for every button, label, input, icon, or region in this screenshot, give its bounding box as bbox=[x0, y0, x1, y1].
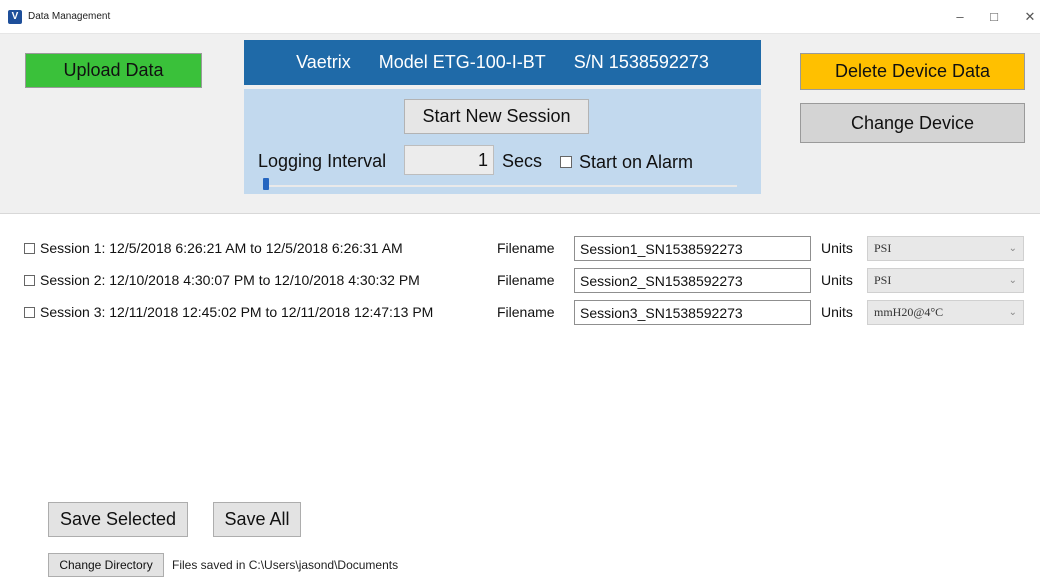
minimize-button[interactable]: – bbox=[948, 6, 972, 28]
save-selected-button[interactable]: Save Selected bbox=[48, 502, 188, 537]
save-directory-text: Files saved in C:\Users\jasond\Documents bbox=[172, 558, 399, 572]
device-model: Model ETG-100-I-BT bbox=[378, 52, 546, 72]
start-on-alarm-checkbox[interactable] bbox=[560, 156, 572, 168]
start-on-alarm-label: Start on Alarm bbox=[579, 152, 694, 172]
chevron-down-icon: ⌄ bbox=[1008, 243, 1017, 254]
filename-input[interactable] bbox=[574, 300, 811, 325]
units-label: Units bbox=[821, 304, 853, 320]
interval-slider-track[interactable] bbox=[264, 185, 737, 187]
session-checkbox[interactable] bbox=[24, 275, 35, 286]
session-label: Session 1: 12/5/2018 6:26:21 AM to 12/5/… bbox=[40, 240, 403, 256]
logging-interval-input[interactable]: 1 bbox=[404, 145, 494, 175]
change-device-button[interactable]: Change Device bbox=[800, 103, 1025, 143]
units-select-value: PSI bbox=[874, 273, 892, 287]
filename-label: Filename bbox=[497, 240, 555, 256]
top-panel: Upload Data Vaetrix Model ETG-100-I-BT S… bbox=[0, 34, 1040, 214]
device-info-header: Vaetrix Model ETG-100-I-BT S/N 153859227… bbox=[244, 40, 761, 85]
session-row: Session 3: 12/11/2018 12:45:02 PM to 12/… bbox=[0, 299, 1040, 326]
session-label: Session 3: 12/11/2018 12:45:02 PM to 12/… bbox=[40, 304, 434, 320]
session-row: Session 2: 12/10/2018 4:30:07 PM to 12/1… bbox=[0, 267, 1040, 294]
window-title: Data Management bbox=[28, 11, 111, 22]
chevron-down-icon: ⌄ bbox=[1008, 307, 1017, 318]
save-all-button[interactable]: Save All bbox=[213, 502, 301, 537]
session-checkbox[interactable] bbox=[24, 307, 35, 318]
units-select[interactable]: PSI ⌄ bbox=[867, 268, 1024, 293]
units-select-value: PSI bbox=[874, 241, 892, 255]
units-label: Units bbox=[821, 240, 853, 256]
app-icon: V bbox=[8, 10, 22, 24]
chevron-down-icon: ⌄ bbox=[1008, 275, 1017, 286]
filename-label: Filename bbox=[497, 304, 555, 320]
device-serial: S/N 1538592273 bbox=[573, 52, 709, 72]
session-checkbox[interactable] bbox=[24, 243, 35, 254]
change-directory-button[interactable]: Change Directory bbox=[48, 553, 164, 577]
session-label: Session 2: 12/10/2018 4:30:07 PM to 12/1… bbox=[40, 272, 420, 288]
session-control-panel: Start New Session Logging Interval 1 Sec… bbox=[244, 89, 761, 194]
maximize-button[interactable]: □ bbox=[982, 6, 1006, 28]
units-select[interactable]: mmH20@4°C ⌄ bbox=[867, 300, 1024, 325]
start-new-session-button[interactable]: Start New Session bbox=[404, 99, 589, 134]
units-select-value: mmH20@4°C bbox=[874, 305, 944, 319]
close-button[interactable]: ✕ bbox=[1018, 6, 1040, 28]
filename-input[interactable] bbox=[574, 268, 811, 293]
session-row: Session 1: 12/5/2018 6:26:21 AM to 12/5/… bbox=[0, 235, 1040, 262]
upload-data-button[interactable]: Upload Data bbox=[25, 53, 202, 88]
interval-slider-thumb[interactable] bbox=[263, 178, 269, 190]
title-bar: V Data Management – □ ✕ bbox=[0, 0, 1040, 34]
units-label: Units bbox=[821, 272, 853, 288]
delete-device-data-button[interactable]: Delete Device Data bbox=[800, 53, 1025, 90]
units-select[interactable]: PSI ⌄ bbox=[867, 236, 1024, 261]
logging-interval-label: Logging Interval bbox=[258, 151, 387, 171]
device-brand: Vaetrix bbox=[296, 52, 351, 72]
filename-input[interactable] bbox=[574, 236, 811, 261]
interval-unit-label: Secs bbox=[502, 151, 543, 171]
filename-label: Filename bbox=[497, 272, 555, 288]
